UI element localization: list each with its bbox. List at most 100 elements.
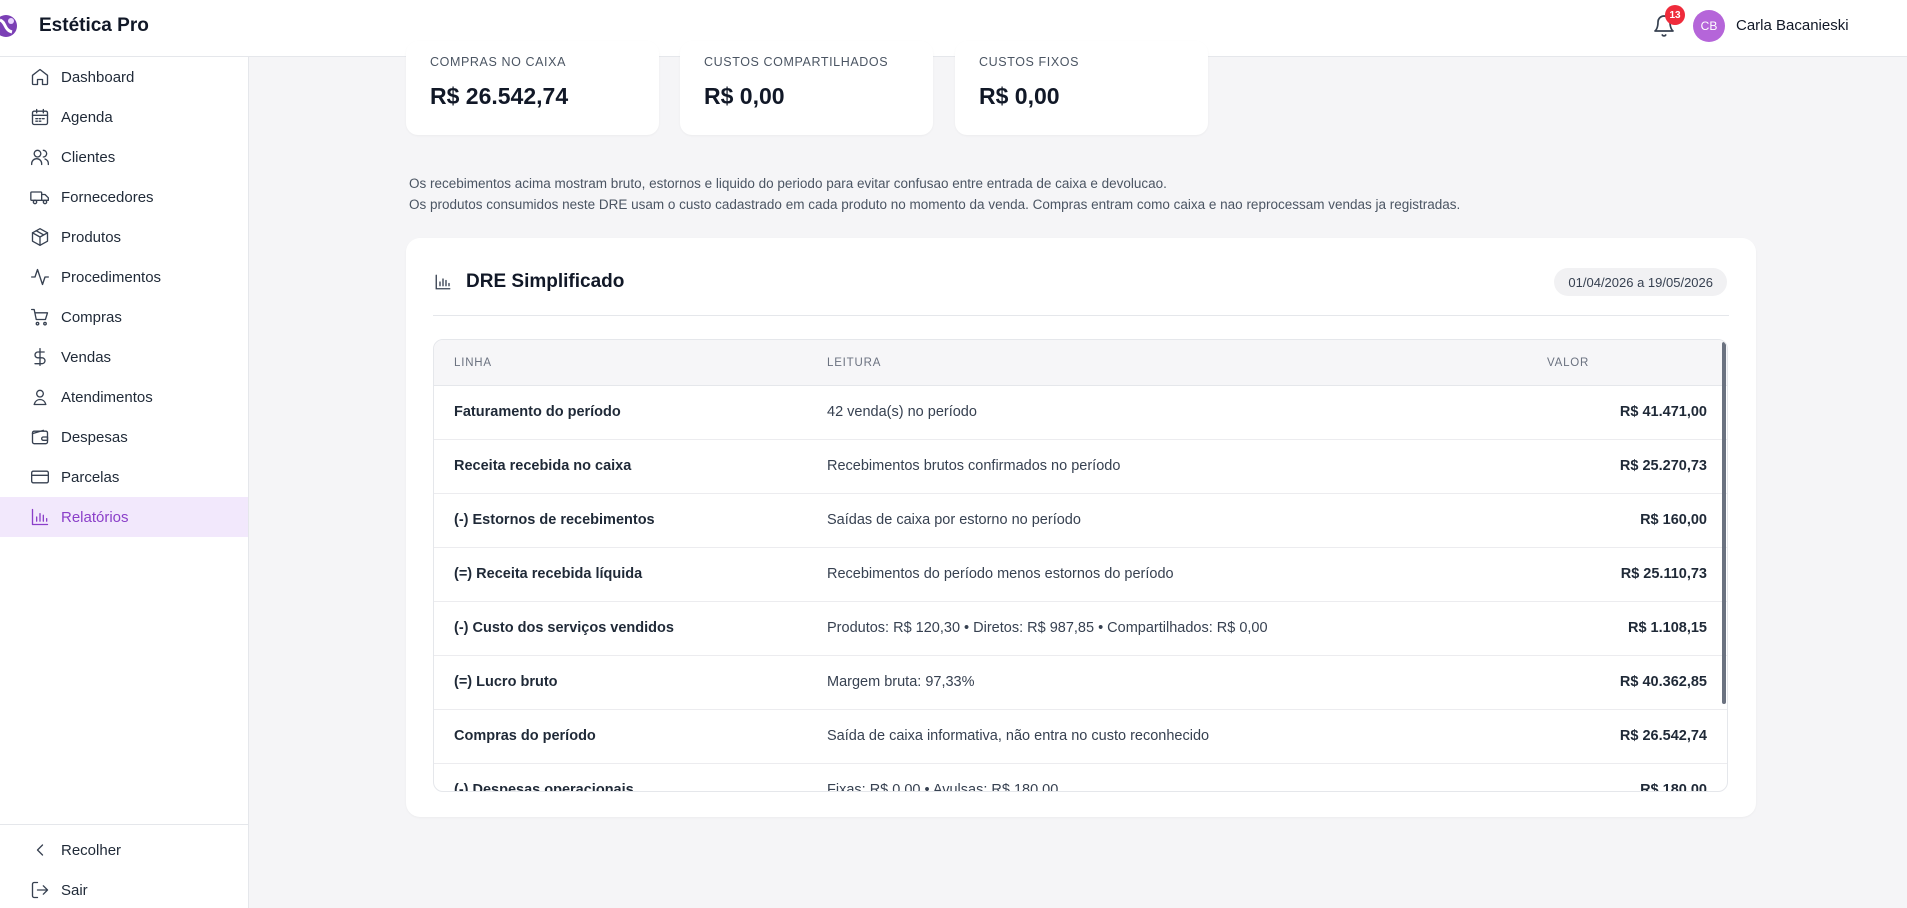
sidebar-item-label: Agenda bbox=[61, 108, 113, 126]
row-linha: (=) Lucro bruto bbox=[454, 674, 558, 690]
sidebar-item-despesas[interactable]: Despesas bbox=[0, 417, 248, 457]
credit-card-icon bbox=[30, 467, 50, 487]
user-name[interactable]: Carla Bacanieski bbox=[1736, 17, 1849, 34]
table-row: (=) Lucro bruto Margem bruta: 97,33% R$ … bbox=[434, 656, 1727, 710]
sidebar-item-label: Relatórios bbox=[61, 508, 129, 526]
table-row: (=) Receita recebida líquida Recebimento… bbox=[434, 548, 1727, 602]
column-header-leitura: LEITURA bbox=[827, 357, 882, 369]
table-row: (-) Despesas operacionais Fixas: R$ 0,00… bbox=[434, 764, 1727, 792]
user-pin-icon bbox=[30, 387, 50, 407]
notification-badge: 13 bbox=[1665, 5, 1685, 25]
table-row: Compras do período Saída de caixa inform… bbox=[434, 710, 1727, 764]
row-leitura: Saídas de caixa por estorno no período bbox=[827, 512, 1081, 528]
row-leitura: Recebimentos brutos confirmados no perío… bbox=[827, 458, 1121, 474]
stat-card-custos-compartilhados: CUSTOS COMPARTILHADOS R$ 0,00 bbox=[680, 41, 933, 135]
sidebar: Dashboard Agenda Clientes Fornecedores P… bbox=[0, 57, 249, 908]
sidebar-item-compras[interactable]: Compras bbox=[0, 297, 248, 337]
sidebar-item-dashboard[interactable]: Dashboard bbox=[0, 57, 248, 97]
logout-label: Sair bbox=[61, 881, 88, 899]
row-leitura: Produtos: R$ 120,30 • Diretos: R$ 987,85… bbox=[827, 620, 1268, 636]
sidebar-item-fornecedores[interactable]: Fornecedores bbox=[0, 177, 248, 217]
row-leitura: Recebimentos do período menos estornos d… bbox=[827, 566, 1174, 582]
app-name: Estética Pro bbox=[39, 15, 149, 36]
chevron-left-icon bbox=[36, 844, 44, 856]
sidebar-item-relatorios[interactable]: Relatórios bbox=[0, 497, 248, 537]
stat-value: R$ 0,00 bbox=[704, 83, 785, 109]
cart-icon bbox=[30, 307, 50, 327]
panel-divider bbox=[433, 315, 1729, 316]
logout-icon bbox=[31, 881, 49, 899]
row-linha: (-) Custo dos serviços vendidos bbox=[454, 620, 674, 636]
row-valor: R$ 26.542,74 bbox=[1619, 728, 1707, 744]
stat-label: COMPRAS NO CAIXA bbox=[430, 55, 567, 69]
row-valor: R$ 41.471,00 bbox=[1619, 404, 1707, 420]
panel-title: DRE Simplificado bbox=[466, 271, 625, 292]
row-linha: Compras do período bbox=[454, 728, 596, 744]
sidebar-item-produtos[interactable]: Produtos bbox=[0, 217, 248, 257]
sidebar-item-label: Parcelas bbox=[61, 468, 120, 486]
collapse-label: Recolher bbox=[61, 841, 122, 859]
avatar[interactable]: CB bbox=[1693, 10, 1725, 42]
row-leitura: Fixas: R$ 0,00 • Avulsas: R$ 180,00 bbox=[827, 782, 1059, 792]
column-header-linha: LINHA bbox=[454, 357, 492, 369]
row-linha: (=) Receita recebida líquida bbox=[454, 566, 643, 582]
stat-label: CUSTOS FIXOS bbox=[979, 55, 1080, 69]
logo-icon bbox=[0, 15, 17, 37]
sidebar-item-label: Produtos bbox=[61, 228, 122, 246]
stat-value: R$ 26.542,74 bbox=[430, 83, 569, 109]
row-valor: R$ 1.108,15 bbox=[1627, 620, 1707, 636]
sidebar-item-atendimentos[interactable]: Atendimentos bbox=[0, 377, 248, 417]
dre-table[interactable]: LINHA LEITURA VALOR Faturamento do perío… bbox=[433, 339, 1728, 792]
wallet-icon bbox=[30, 427, 50, 447]
top-header: Estética Pro 13 CB Carla Bacanieski bbox=[0, 0, 1907, 57]
row-valor: R$ 180,00 bbox=[1640, 782, 1707, 792]
sidebar-item-clientes[interactable]: Clientes bbox=[0, 137, 248, 177]
note-line: Os recebimentos acima mostram bruto, est… bbox=[409, 176, 1167, 191]
row-valor: R$ 25.270,73 bbox=[1619, 458, 1707, 474]
row-valor: R$ 40.362,85 bbox=[1619, 674, 1707, 690]
sidebar-item-label: Atendimentos bbox=[61, 388, 153, 406]
sidebar-item-vendas[interactable]: Vendas bbox=[0, 337, 248, 377]
stat-label: CUSTOS COMPARTILHADOS bbox=[704, 55, 889, 69]
bar-chart-icon bbox=[30, 507, 50, 527]
sidebar-item-parcelas[interactable]: Parcelas bbox=[0, 457, 248, 497]
row-linha: Faturamento do período bbox=[454, 404, 621, 420]
sidebar-item-label: Procedimentos bbox=[61, 268, 162, 286]
row-leitura: Saída de caixa informativa, não entra no… bbox=[827, 728, 1210, 744]
package-icon bbox=[30, 227, 50, 247]
table-row: (-) Estornos de recebimentos Saídas de c… bbox=[434, 494, 1727, 548]
users-icon bbox=[30, 147, 50, 167]
table-row: (-) Custo dos serviços vendidos Produtos… bbox=[434, 602, 1727, 656]
sidebar-item-label: Clientes bbox=[61, 148, 116, 166]
row-linha: (-) Estornos de recebimentos bbox=[454, 512, 655, 528]
info-notes: Os recebimentos acima mostram bruto, est… bbox=[409, 173, 1460, 215]
stat-card-custos-fixos: CUSTOS FIXOS R$ 0,00 bbox=[955, 41, 1208, 135]
collapse-sidebar-button[interactable]: Recolher bbox=[0, 830, 248, 870]
sidebar-divider bbox=[0, 824, 248, 825]
table-scrollbar[interactable] bbox=[1722, 342, 1726, 704]
truck-icon bbox=[30, 187, 50, 207]
bar-chart-icon bbox=[435, 274, 451, 290]
activity-icon bbox=[30, 267, 50, 287]
logout-button[interactable]: Sair bbox=[0, 870, 248, 908]
table-header: LINHA LEITURA VALOR bbox=[434, 340, 1727, 386]
period-badge: 01/04/2026 a 19/05/2026 bbox=[1554, 268, 1727, 296]
calendar-icon bbox=[30, 107, 50, 127]
stat-card-compras: COMPRAS NO CAIXA R$ 26.542,74 bbox=[406, 41, 659, 135]
row-leitura: Margem bruta: 97,33% bbox=[827, 674, 975, 690]
note-line: Os produtos consumidos neste DRE usam o … bbox=[409, 197, 1461, 212]
sidebar-item-label: Dashboard bbox=[61, 68, 135, 86]
column-header-valor: VALOR bbox=[1547, 357, 1590, 369]
sidebar-item-agenda[interactable]: Agenda bbox=[0, 97, 248, 137]
row-linha: (-) Despesas operacionais bbox=[454, 782, 634, 792]
row-linha: Receita recebida no caixa bbox=[454, 458, 632, 474]
table-row: Receita recebida no caixa Recebimentos b… bbox=[434, 440, 1727, 494]
stat-value: R$ 0,00 bbox=[979, 83, 1060, 109]
sidebar-item-procedimentos[interactable]: Procedimentos bbox=[0, 257, 248, 297]
sidebar-item-label: Despesas bbox=[61, 428, 128, 446]
sidebar-item-label: Vendas bbox=[61, 348, 112, 366]
table-row: Faturamento do período 42 venda(s) no pe… bbox=[434, 386, 1727, 440]
home-icon bbox=[30, 67, 50, 87]
sidebar-item-label: Fornecedores bbox=[61, 188, 154, 206]
dollar-icon bbox=[30, 347, 50, 367]
